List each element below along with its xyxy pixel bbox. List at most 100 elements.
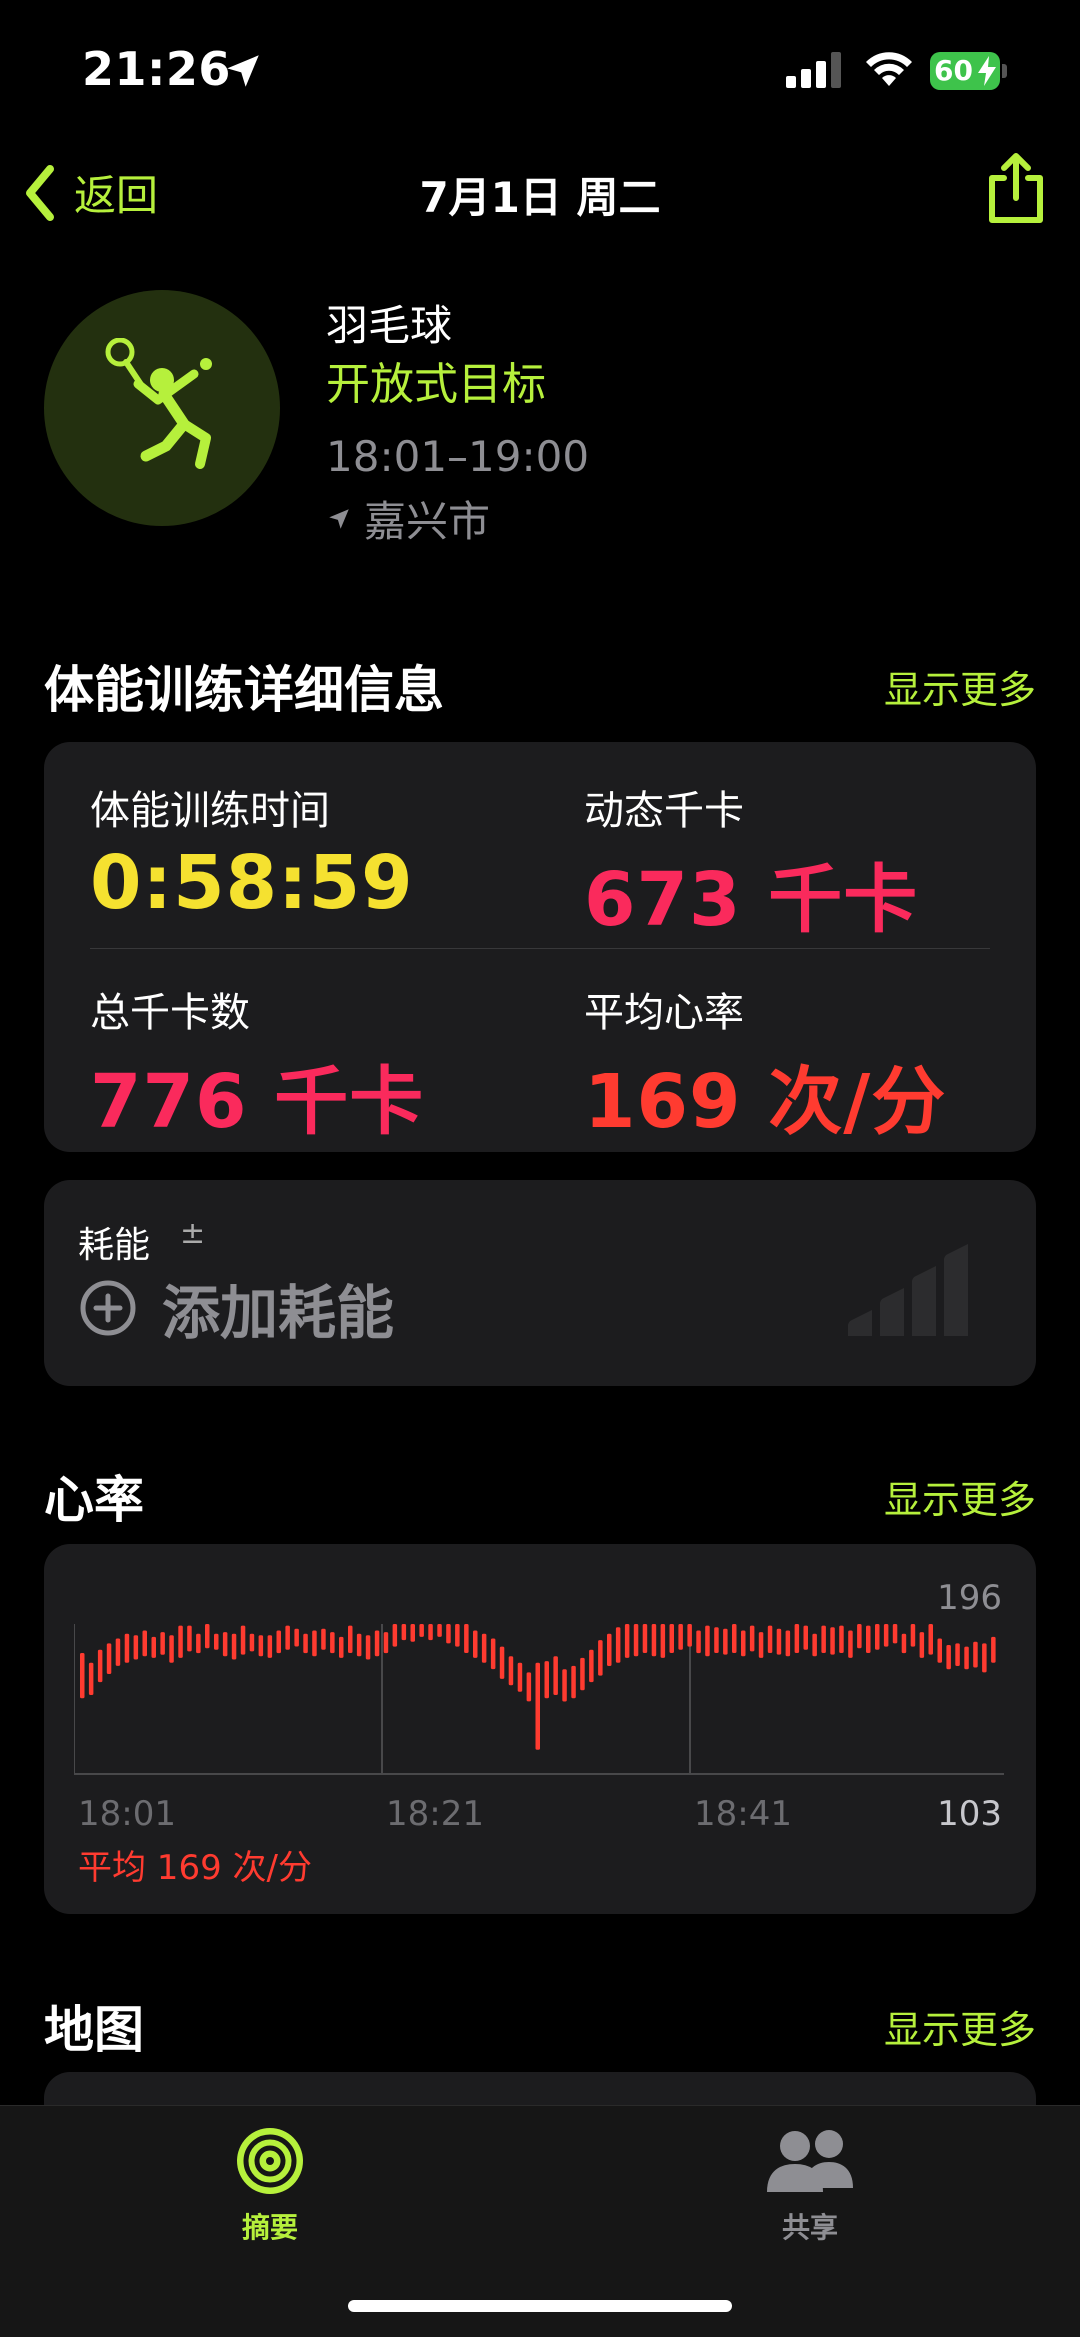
plus-circle-icon bbox=[80, 1280, 136, 1336]
heart-rate-bar bbox=[428, 1624, 433, 1641]
heart-rate-bar bbox=[821, 1625, 826, 1653]
tab-label: 摘要 bbox=[241, 2211, 298, 2244]
wifi-icon bbox=[866, 52, 912, 86]
heart-rate-bar bbox=[642, 1624, 648, 1653]
heart-rate-bar bbox=[508, 1656, 514, 1686]
heart-rate-bar bbox=[562, 1669, 567, 1702]
home-indicator bbox=[348, 2300, 732, 2312]
heart-rate-bar bbox=[151, 1636, 156, 1658]
card-divider bbox=[90, 948, 990, 949]
heart-rate-bar bbox=[687, 1624, 692, 1647]
metric-value: 0:58:59 bbox=[90, 840, 414, 926]
heart-rate-card[interactable]: 196 18:01 18:21 18:41 103 平均 169 次/分 bbox=[44, 1544, 1036, 1914]
heart-rate-bar bbox=[660, 1624, 666, 1658]
workout-summary: 羽毛球 开放式目标 18:01–19:00 嘉兴市 bbox=[44, 290, 1044, 546]
heart-rate-bar bbox=[955, 1643, 960, 1666]
heart-rate-bar bbox=[419, 1624, 424, 1637]
heart-rate-bar bbox=[356, 1633, 362, 1657]
tab-summary[interactable]: 摘要 bbox=[170, 2126, 370, 2246]
heart-rate-bar bbox=[857, 1624, 862, 1649]
heart-rate-bar bbox=[115, 1638, 121, 1666]
heart-rate-bar bbox=[249, 1633, 255, 1652]
heart-rate-bar bbox=[285, 1625, 290, 1650]
heart-rate-bar bbox=[714, 1627, 719, 1653]
heart-rate-bar bbox=[785, 1630, 791, 1657]
workout-location: 嘉兴市 bbox=[326, 488, 490, 549]
share-icon[interactable] bbox=[984, 150, 1048, 226]
heart-rate-bar bbox=[294, 1628, 299, 1647]
effort-card[interactable]: 耗能 ± 添加耗能 bbox=[44, 1180, 1036, 1386]
metric-duration: 体能训练时间 0:58:59 bbox=[90, 778, 414, 926]
heart-rate-bar bbox=[240, 1625, 246, 1655]
heart-rate-bar bbox=[875, 1624, 880, 1650]
heart-rate-bar bbox=[910, 1624, 916, 1647]
metric-total-calories: 总千卡数 776 千卡 bbox=[90, 980, 424, 1149]
heart-rate-bar bbox=[178, 1625, 183, 1658]
workout-details-card[interactable]: 体能训练时间 0:58:59 动态千卡 673 千卡 总千卡数 776 千卡 平… bbox=[44, 742, 1036, 1152]
tab-sharing[interactable]: 共享 bbox=[710, 2126, 910, 2246]
heart-rate-show-more-link[interactable]: 显示更多 bbox=[884, 1469, 1036, 1524]
heart-rate-bar bbox=[571, 1665, 576, 1699]
battery-level: 60 bbox=[934, 54, 973, 87]
heart-rate-bar bbox=[214, 1633, 219, 1650]
heart-rate-max: 196 bbox=[937, 1578, 1002, 1618]
heart-rate-bar bbox=[812, 1633, 817, 1657]
map-show-more-link[interactable]: 显示更多 bbox=[884, 1999, 1036, 2054]
heart-rate-bar bbox=[374, 1630, 380, 1657]
heart-rate-bar bbox=[651, 1624, 657, 1657]
heart-rate-bar bbox=[392, 1624, 398, 1647]
location-name: 嘉兴市 bbox=[364, 497, 491, 546]
heart-rate-bar bbox=[892, 1624, 898, 1644]
heart-rate-bar bbox=[839, 1625, 844, 1653]
details-show-more-link[interactable]: 显示更多 bbox=[884, 659, 1036, 714]
heart-rate-average: 平均 169 次/分 bbox=[78, 1848, 312, 1888]
map-header: 地图 显示更多 bbox=[44, 1990, 1036, 2062]
heart-rate-bar bbox=[723, 1628, 728, 1655]
heart-rate-bar bbox=[553, 1656, 558, 1695]
heart-rate-bar bbox=[330, 1632, 335, 1654]
heart-rate-bar bbox=[446, 1624, 451, 1644]
workout-time-range: 18:01–19:00 bbox=[326, 432, 590, 481]
heart-rate-title: 心率 bbox=[44, 1471, 144, 1529]
heart-rate-bar bbox=[848, 1630, 853, 1658]
heart-rate-bar bbox=[928, 1624, 933, 1655]
effort-bars-icon bbox=[848, 1244, 968, 1336]
chart-x-tick: 18:21 bbox=[386, 1794, 484, 1834]
heart-rate-bar bbox=[982, 1643, 987, 1673]
heart-rate-bar bbox=[205, 1624, 210, 1649]
heart-rate-bar bbox=[490, 1638, 496, 1670]
heart-rate-bar bbox=[830, 1627, 835, 1655]
heart-rate-bar bbox=[339, 1636, 344, 1658]
heart-rate-bar bbox=[517, 1662, 523, 1692]
heart-rate-bar bbox=[696, 1630, 701, 1654]
heart-rate-bar bbox=[481, 1633, 487, 1663]
heart-rate-bar bbox=[187, 1625, 192, 1652]
heart-rate-bars bbox=[80, 1624, 996, 1750]
heart-rate-bar bbox=[303, 1633, 308, 1654]
status-time: 21:26 bbox=[82, 42, 231, 96]
status-bar: 21:26 60 bbox=[0, 0, 1080, 140]
heart-rate-bar bbox=[88, 1662, 94, 1695]
heart-rate-bar bbox=[732, 1624, 737, 1653]
metric-value: 776 千卡 bbox=[90, 1059, 425, 1145]
heart-rate-bar bbox=[749, 1625, 755, 1652]
badminton-icon bbox=[105, 338, 212, 469]
metric-label: 总千卡数 bbox=[90, 990, 250, 1036]
heart-rate-bar bbox=[169, 1635, 174, 1663]
battery-icon: 60 bbox=[930, 52, 1000, 90]
heart-rate-bar bbox=[348, 1625, 353, 1653]
metric-avg-heart-rate: 平均心率 169 次/分 bbox=[584, 980, 946, 1149]
heart-rate-bar bbox=[598, 1640, 603, 1676]
chart-x-tick: 18:01 bbox=[78, 1794, 176, 1834]
heart-rate-bar bbox=[589, 1649, 594, 1683]
people-icon bbox=[767, 2130, 853, 2192]
metric-label: 体能训练时间 bbox=[90, 788, 330, 834]
heart-rate-bar bbox=[973, 1641, 978, 1668]
heart-rate-bar bbox=[580, 1657, 585, 1691]
heart-rate-bar bbox=[222, 1632, 228, 1657]
heart-rate-bar bbox=[758, 1632, 764, 1658]
battery-cap bbox=[1002, 64, 1007, 78]
heart-rate-bar bbox=[946, 1645, 951, 1670]
location-arrow-icon bbox=[329, 508, 349, 529]
add-effort-button[interactable]: 添加耗能 bbox=[78, 1266, 394, 1350]
